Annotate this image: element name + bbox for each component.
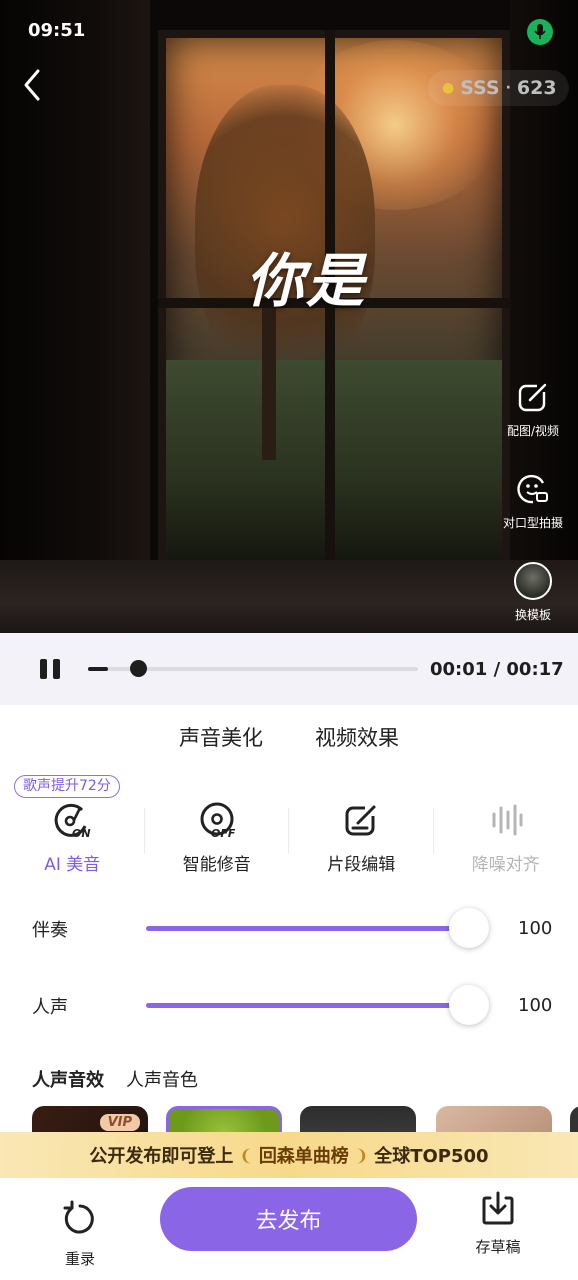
accompaniment-slider-row: 伴奏 100	[0, 908, 578, 948]
progress-slider[interactable]	[88, 660, 418, 677]
rerecord-button[interactable]: 重录	[50, 1200, 110, 1269]
image-video-button[interactable]: 配图/视频	[493, 378, 573, 439]
back-button[interactable]	[18, 66, 48, 104]
svg-text:OFF: OFF	[211, 827, 236, 840]
auto-tune-off-icon: OFF	[197, 800, 237, 840]
player-bar: 00:01 / 00:17	[0, 633, 578, 705]
status-time: 09:51	[28, 20, 86, 41]
progress-fill	[88, 667, 108, 671]
vocal-slider[interactable]	[146, 1003, 471, 1008]
score-separator: ·	[505, 80, 511, 96]
vocal-knob[interactable]	[449, 985, 489, 1025]
banner-rank-name: 回森单曲榜	[258, 1146, 349, 1167]
tool-clip-edit[interactable]: 片段编辑	[289, 800, 434, 880]
tab-video-effects[interactable]: 视频效果	[315, 722, 399, 756]
tab-voice-beautify[interactable]: 声音美化	[179, 722, 263, 756]
chart-promo-banner[interactable]: 公开发布即可登上 ❨ 回森单曲榜 ❩ 全球TOP500	[0, 1132, 578, 1178]
laurel-right-icon: ❩	[354, 1145, 369, 1165]
progress-knob[interactable]	[130, 660, 147, 677]
lip-sync-button[interactable]: 对口型拍摄	[493, 470, 573, 531]
tool-noise-align[interactable]: 降噪对齐	[434, 800, 578, 880]
ai-beauty-on-icon: ON	[52, 800, 92, 840]
image-video-label: 配图/视频	[506, 424, 560, 438]
score-value: 623	[516, 77, 557, 99]
time-readout: 00:01 / 00:17	[430, 659, 564, 680]
save-draft-button[interactable]: 存草稿	[466, 1190, 530, 1257]
noise-reduction-icon	[486, 800, 526, 840]
tab-vocal-timbre[interactable]: 人声音色	[126, 1066, 198, 1092]
laurel-left-icon: ❨	[239, 1145, 253, 1165]
svg-text:ON: ON	[72, 827, 91, 840]
publish-button[interactable]: 去发布	[160, 1187, 417, 1251]
voice-tools-row: ON AI 美音 OFF 智能修音 片段编辑 降噪对齐	[0, 800, 578, 880]
change-template-label: 换模板	[514, 608, 551, 622]
banner-suffix: 全球TOP500	[374, 1146, 489, 1167]
accompaniment-label: 伴奏	[32, 920, 68, 941]
vocal-slider-row: 人声 100	[0, 985, 578, 1025]
tool-ai-beauty-label: AI 美音	[44, 855, 101, 875]
lip-sync-label: 对口型拍摄	[502, 516, 563, 530]
vocal-value: 100	[518, 995, 553, 1016]
vocal-label: 人声	[32, 997, 68, 1018]
tab-vocal-effects[interactable]: 人声音效	[32, 1066, 104, 1092]
accompaniment-value: 100	[518, 918, 553, 939]
window-sill	[0, 560, 578, 633]
video-preview[interactable]: 你是 09:51 ● SSS · 623 配图/视频 对口型拍摄 换模板	[0, 0, 578, 633]
tool-ai-beauty[interactable]: ON AI 美音	[0, 800, 145, 880]
vip-tag: VIP	[99, 1114, 140, 1131]
rerecord-icon	[63, 1200, 94, 1234]
banner-prefix: 公开发布即可登上	[89, 1146, 234, 1167]
mic-active-icon	[527, 19, 553, 45]
rerecord-label: 重录	[64, 1250, 95, 1268]
accompaniment-knob[interactable]	[449, 908, 489, 948]
tool-auto-tune[interactable]: OFF 智能修音	[145, 800, 289, 880]
bottom-action-bar: 重录 去发布 存草稿	[0, 1178, 578, 1280]
main-tabs: 声音美化 视频效果	[0, 722, 578, 756]
edit-image-icon	[514, 378, 552, 416]
score-grade: SSS	[460, 77, 500, 99]
accompaniment-slider[interactable]	[146, 926, 471, 931]
lip-sync-camera-icon	[514, 470, 552, 508]
tool-clip-edit-label: 片段编辑	[327, 855, 396, 875]
save-draft-icon	[482, 1191, 514, 1225]
bulb-icon: ●	[442, 80, 455, 96]
template-thumbnail	[514, 562, 552, 600]
tree-trunk	[262, 300, 276, 460]
tool-noise-align-label: 降噪对齐	[471, 855, 540, 875]
pause-button[interactable]	[40, 659, 60, 679]
change-template-button[interactable]: 换模板	[493, 562, 573, 623]
score-badge[interactable]: ● SSS · 623	[428, 70, 569, 106]
save-draft-label: 存草稿	[475, 1238, 521, 1256]
tool-auto-tune-label: 智能修音	[182, 855, 251, 875]
effect-tabs: 人声音效 人声音色	[32, 1066, 198, 1092]
lyric-overlay: 你是	[246, 247, 367, 315]
clip-edit-icon	[341, 800, 381, 840]
score-boost-badge: 歌声提升72分	[14, 775, 120, 798]
